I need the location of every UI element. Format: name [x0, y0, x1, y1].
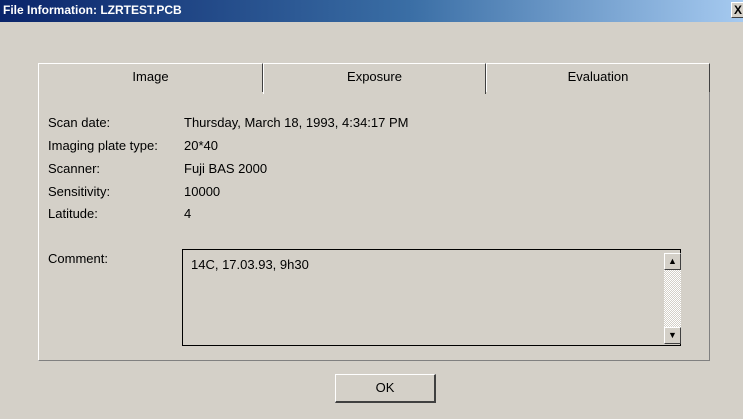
latitude-label: Latitude: — [48, 206, 98, 221]
window-title: File Information: LZRTEST.PCB — [3, 3, 182, 17]
imaging-plate-type-value: 20*40 — [184, 138, 218, 153]
tab-strip: Image Exposure Evaluation — [38, 63, 710, 94]
scanner-label: Scanner: — [48, 161, 101, 176]
imaging-plate-type-label: Imaging plate type: — [48, 138, 158, 153]
scanner-value: Fuji BAS 2000 — [184, 161, 268, 176]
comment-text: 14C, 17.03.93, 9h30 — [191, 257, 309, 272]
scan-date-value: Thursday, March 18, 1993, 4:34:17 PM — [184, 115, 409, 130]
scroll-down-icon[interactable]: ▼ — [664, 327, 681, 344]
scan-date-label: Scan date: — [48, 115, 111, 130]
tab-evaluation[interactable]: Evaluation — [486, 63, 710, 93]
comment-textarea[interactable]: 14C, 17.03.93, 9h30 — [182, 249, 681, 346]
ok-button[interactable]: OK — [335, 374, 436, 403]
scroll-up-icon[interactable]: ▲ — [664, 253, 681, 270]
comment-label: Comment: — [48, 251, 108, 266]
sensitivity-label: Sensitivity: — [48, 184, 111, 199]
tab-exposure[interactable]: Exposure — [263, 63, 486, 94]
latitude-value: 4 — [184, 206, 192, 221]
file-info-dialog: File Information: LZRTEST.PCB X Image Ex… — [0, 0, 743, 419]
comment-scrollbar[interactable]: ▲ ▼ — [664, 253, 681, 344]
tab-image[interactable]: Image — [38, 63, 263, 93]
title-bar[interactable]: File Information: LZRTEST.PCB X — [0, 0, 743, 22]
close-button[interactable]: X — [731, 2, 743, 18]
sensitivity-value: 10000 — [184, 184, 221, 199]
